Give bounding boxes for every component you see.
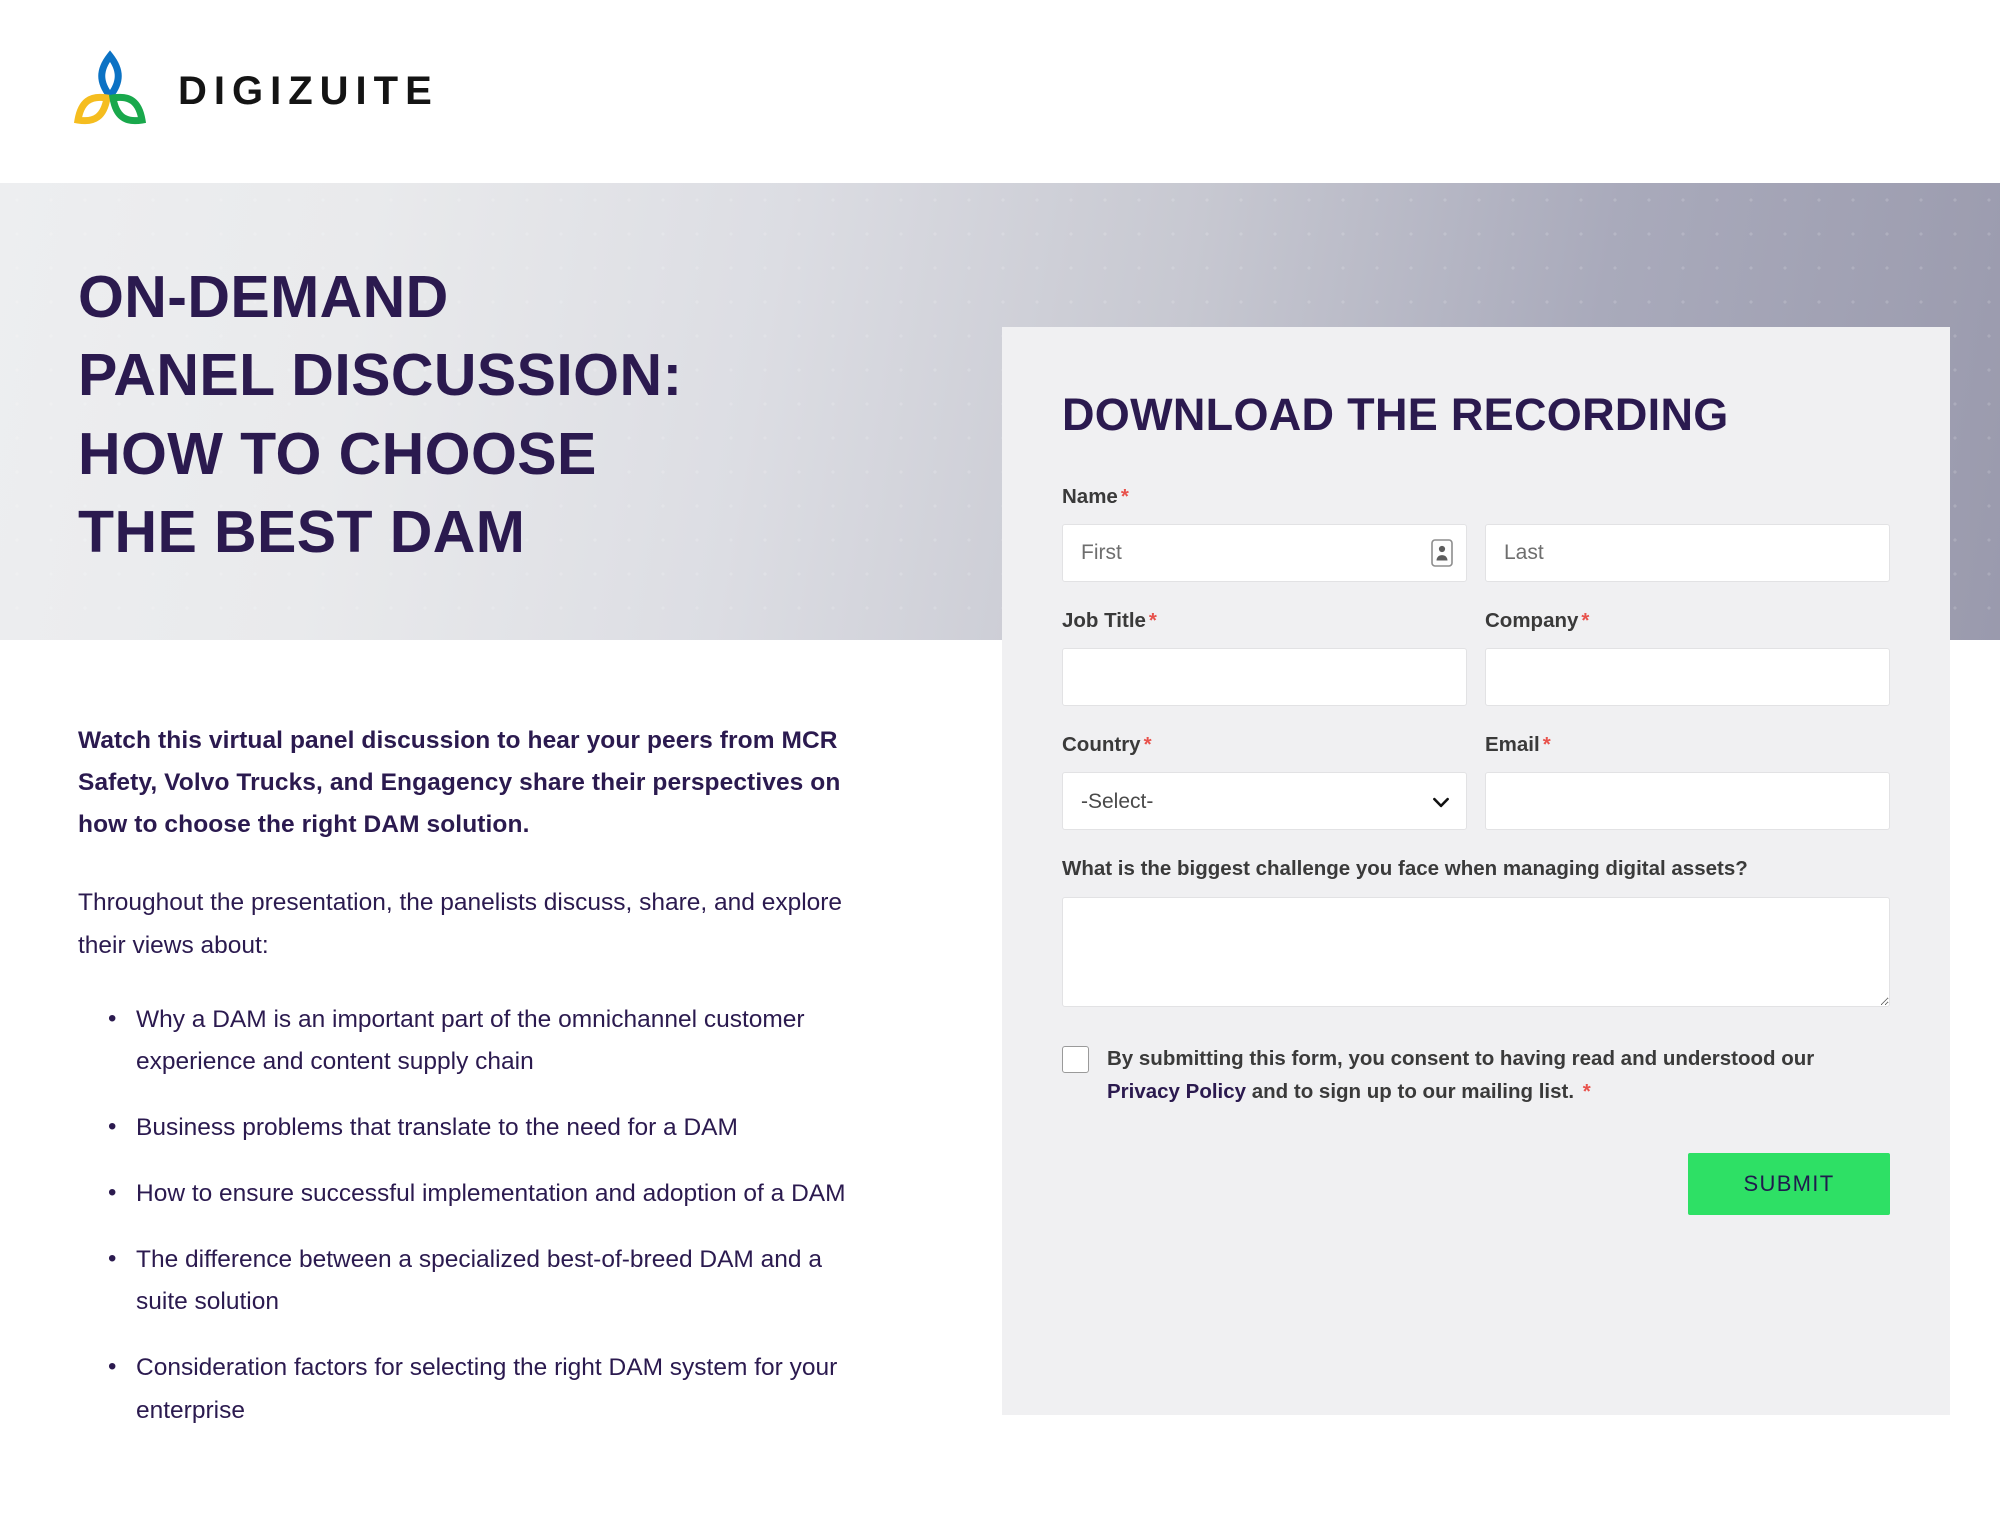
job-company-row: Job Title * Company * (1062, 609, 1890, 706)
list-item: How to ensure successful implementation … (106, 1172, 868, 1215)
country-email-row: Country * -Select- Email * (1062, 733, 1890, 830)
lead-paragraph: Watch this virtual panel discussion to h… (78, 727, 841, 839)
country-required-asterisk: * (1143, 733, 1152, 756)
job-title-label: Job Title * (1062, 609, 1467, 633)
first-name-wrap (1062, 524, 1467, 582)
submit-button[interactable]: SUBMIT (1688, 1153, 1890, 1216)
challenge-textarea[interactable] (1062, 897, 1890, 1007)
list-item: Business problems that translate to the … (106, 1106, 868, 1149)
download-form-card: DOWNLOAD THE RECORDING Name * First Last… (1002, 327, 1950, 1415)
challenge-block: What is the biggest challenge you face w… (1062, 857, 1890, 1012)
submit-row: SUBMIT (1062, 1153, 1890, 1216)
challenge-label: What is the biggest challenge you face w… (1062, 857, 1748, 880)
last-name-input[interactable] (1485, 524, 1890, 582)
brand-logo[interactable]: DIGIZUITE (68, 49, 439, 134)
contact-autofill-icon[interactable] (1431, 539, 1453, 567)
intro-paragraph: Throughout the presentation, the panelis… (78, 889, 843, 959)
email-label: Email * (1485, 733, 1890, 757)
job-title-required-asterisk: * (1148, 609, 1157, 632)
company-required-asterisk: * (1581, 609, 1590, 632)
consent-text-after: and to sign up to our mailing list. (1246, 1080, 1575, 1104)
title-line-2: PANEL DISCUSSION: (78, 342, 683, 409)
email-required-asterisk: * (1542, 733, 1551, 756)
landing-page: DIGIZUITE ON-DEMAND PANEL DISCUSSION: HO… (0, 0, 2000, 1518)
consent-checkbox[interactable] (1062, 1046, 1089, 1073)
country-label-text: Country (1062, 733, 1141, 756)
company-label-text: Company (1485, 609, 1579, 632)
digizuite-trefoil-icon (68, 49, 152, 134)
email-input[interactable] (1485, 772, 1890, 830)
consent-required-asterisk: * (1582, 1080, 1591, 1104)
description-column: Watch this virtual panel discussion to h… (78, 720, 868, 1456)
first-name-input[interactable] (1062, 524, 1467, 582)
list-item: The difference between a specialized bes… (106, 1238, 868, 1323)
name-required-asterisk: * (1120, 485, 1129, 508)
email-label-text: Email (1485, 733, 1540, 756)
consent-row: By submitting this form, you consent to … (1062, 1042, 1890, 1108)
country-select-wrap: -Select- (1062, 772, 1467, 830)
title-line-3: HOW TO CHOOSE (78, 420, 597, 487)
consent-text-before: By submitting this form, you consent to … (1107, 1047, 1815, 1070)
country-select[interactable]: -Select- (1062, 772, 1467, 830)
company-label: Company * (1485, 609, 1890, 633)
page-title: ON-DEMAND PANEL DISCUSSION: HOW TO CHOOS… (78, 258, 683, 572)
job-title-input[interactable] (1062, 648, 1467, 706)
brand-wordmark: DIGIZUITE (178, 69, 439, 113)
country-label: Country * (1062, 733, 1467, 757)
list-item: Consideration factors for selecting the … (106, 1346, 868, 1431)
title-line-1: ON-DEMAND (78, 264, 449, 330)
name-label-text: Name (1062, 485, 1118, 508)
job-title-label-text: Job Title (1062, 609, 1146, 632)
consent-text: By submitting this form, you consent to … (1107, 1042, 1890, 1108)
title-line-4: THE BEST DAM (78, 499, 526, 566)
list-item: Why a DAM is an important part of the om… (106, 998, 868, 1083)
site-header: DIGIZUITE (0, 0, 2000, 183)
topics-list: Why a DAM is an important part of the om… (78, 998, 868, 1432)
form-title: DOWNLOAD THE RECORDING (1062, 389, 1729, 440)
name-row: Name * (1062, 485, 1890, 582)
privacy-policy-link[interactable]: Privacy Policy (1107, 1080, 1246, 1103)
name-label: Name * (1062, 485, 1467, 509)
company-input[interactable] (1485, 648, 1890, 706)
